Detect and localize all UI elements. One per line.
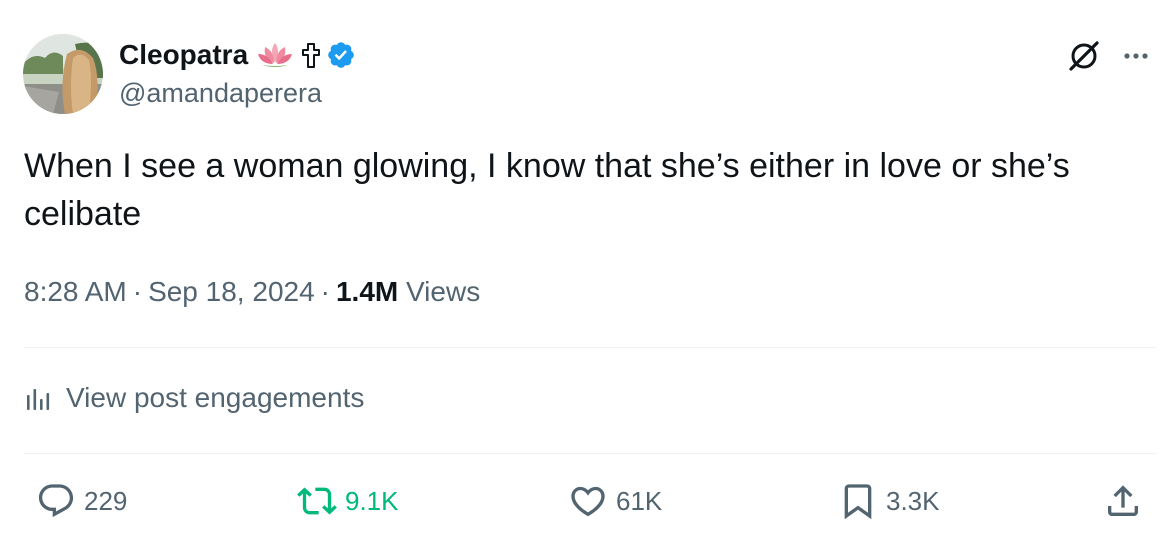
more-icon[interactable] bbox=[1118, 38, 1154, 74]
avatar-image bbox=[23, 34, 103, 114]
author-handle[interactable]: @amandaperera bbox=[119, 78, 322, 109]
verified-icon[interactable] bbox=[326, 40, 356, 70]
like-button[interactable]: 61K bbox=[568, 480, 662, 522]
share-icon bbox=[1108, 485, 1138, 516]
reply-icon bbox=[38, 484, 74, 518]
views-count: 1.4M bbox=[335, 276, 399, 307]
divider bbox=[24, 453, 1156, 454]
reply-button[interactable]: 229 bbox=[36, 480, 127, 522]
meta-separator: · bbox=[320, 276, 330, 307]
post-date[interactable]: Sep 18, 2024 bbox=[148, 276, 315, 307]
meta-separator: · bbox=[132, 276, 143, 307]
bookmark-count: 3.3K bbox=[886, 485, 940, 516]
post-meta: 8:28 AM · Sep 18, 2024 · 1.4M Views bbox=[24, 276, 480, 308]
author-name-row: Cleopatra bbox=[119, 37, 356, 73]
reply-count: 229 bbox=[84, 485, 128, 516]
heart-icon bbox=[571, 486, 605, 517]
view-post-engagements-link[interactable]: View post engagements bbox=[24, 382, 364, 414]
lotus-emoji-icon bbox=[256, 41, 294, 69]
retweet-count: 9.1K bbox=[345, 485, 399, 516]
like-count: 61K bbox=[616, 485, 663, 516]
avatar[interactable] bbox=[23, 34, 103, 114]
post-text: When I see a woman glowing, I know that … bbox=[24, 147, 1070, 233]
retweet-button[interactable]: 9.1K bbox=[297, 480, 399, 522]
bookmark-button[interactable]: 3.3K bbox=[838, 480, 940, 522]
author-display-name[interactable]: Cleopatra bbox=[119, 39, 248, 71]
bar-chart-icon bbox=[27, 389, 50, 410]
retweet-icon bbox=[297, 487, 337, 515]
divider bbox=[24, 347, 1156, 348]
views-label: Views bbox=[406, 276, 481, 307]
post-time[interactable]: 8:28 AM bbox=[24, 276, 127, 307]
bookmark-icon bbox=[844, 484, 872, 520]
latin-cross-icon bbox=[302, 41, 321, 69]
grok-icon[interactable] bbox=[1066, 38, 1102, 74]
engagements-label: View post engagements bbox=[66, 382, 365, 413]
share-button[interactable] bbox=[1103, 480, 1143, 522]
